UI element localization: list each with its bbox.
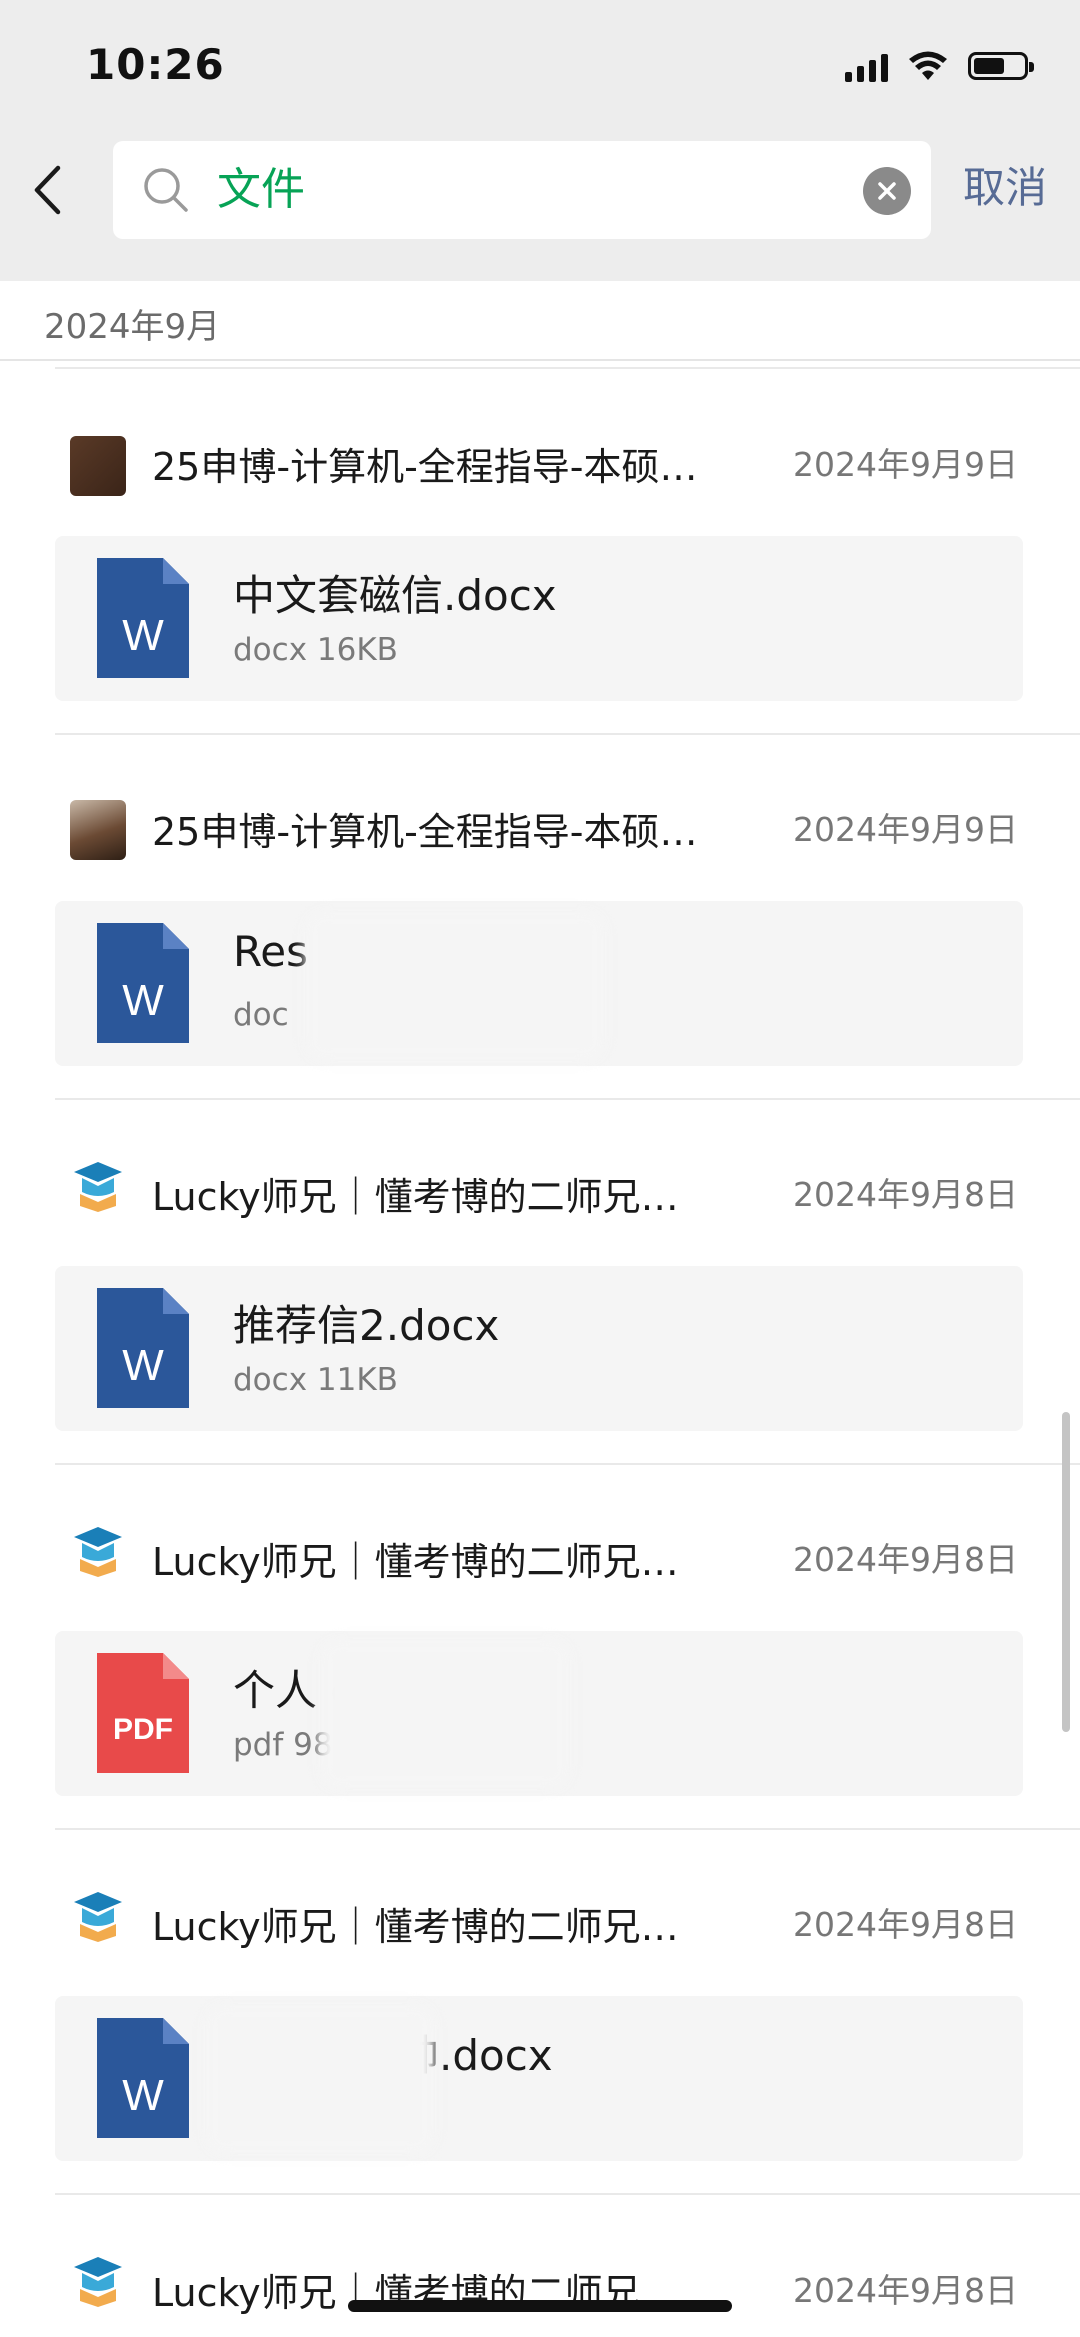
divider bbox=[55, 2193, 1080, 2195]
month-section-header: 2024年9月 bbox=[0, 281, 1080, 361]
back-button[interactable] bbox=[22, 160, 72, 220]
search-query: 文件 bbox=[217, 164, 305, 215]
message-date: 2024年9月9日 bbox=[793, 810, 1018, 849]
avatar bbox=[70, 436, 126, 496]
avatar bbox=[70, 1158, 126, 1218]
file-name: 中文套磁信.docx bbox=[233, 571, 557, 620]
graduation-cap-logo-icon bbox=[74, 2257, 122, 2307]
divider bbox=[55, 733, 1080, 735]
file-meta: docx 11KB bbox=[233, 1362, 398, 1398]
month-label: 2024年9月 bbox=[44, 307, 221, 347]
word-document-icon: W bbox=[97, 558, 189, 678]
sender-name: Lucky师兄｜懂考博的二师兄… bbox=[152, 1175, 679, 1219]
graduation-cap-logo-icon bbox=[74, 1162, 122, 1212]
file-card[interactable]: W 张帅.docx bbox=[55, 1996, 1023, 2161]
sender-name: 25申博-计算机-全程指导-本硕… bbox=[152, 810, 698, 854]
home-indicator[interactable] bbox=[348, 2300, 732, 2312]
redaction-blur bbox=[320, 1639, 570, 1789]
cancel-button[interactable]: 取消 bbox=[963, 158, 1047, 218]
divider bbox=[55, 1828, 1080, 1830]
divider bbox=[55, 1463, 1080, 1465]
message-date: 2024年9月9日 bbox=[793, 445, 1018, 484]
file-card[interactable]: W Res docx doc bbox=[55, 901, 1023, 1066]
file-meta: docx 16KB bbox=[233, 632, 398, 668]
clear-search-button[interactable] bbox=[863, 167, 911, 215]
file-type-label: W bbox=[122, 976, 164, 1025]
word-document-icon: W bbox=[97, 1288, 189, 1408]
avatar bbox=[70, 800, 126, 860]
status-icons bbox=[845, 46, 1034, 86]
file-type-label: W bbox=[122, 1341, 164, 1390]
scrollbar[interactable] bbox=[1062, 1412, 1070, 1732]
message-date: 2024年9月8日 bbox=[793, 1905, 1018, 1944]
avatar bbox=[70, 1888, 126, 1948]
divider bbox=[55, 367, 1080, 369]
file-type-label: W bbox=[122, 611, 164, 660]
chevron-left-icon bbox=[34, 165, 61, 215]
wifi-icon bbox=[909, 51, 947, 80]
divider bbox=[55, 1098, 1080, 1100]
sender-name: 25申博-计算机-全程指导-本硕… bbox=[152, 445, 698, 489]
sender-name: Lucky师兄｜懂考博的二师兄… bbox=[152, 1905, 679, 1949]
file-card[interactable]: W 推荐信2.docx docx 11KB bbox=[55, 1266, 1023, 1431]
top-bar: 10:26 文件 取消 bbox=[0, 0, 1080, 281]
battery-icon bbox=[968, 52, 1034, 80]
search-input[interactable]: 文件 bbox=[113, 141, 931, 239]
file-meta: doc bbox=[233, 997, 289, 1033]
word-document-icon: W bbox=[97, 2018, 189, 2138]
message-date: 2024年9月8日 bbox=[793, 1175, 1018, 1214]
search-icon bbox=[144, 168, 188, 212]
redaction-blur bbox=[305, 911, 605, 1061]
status-time: 10:26 bbox=[86, 40, 225, 89]
file-name: 推荐信2.docx bbox=[233, 1301, 500, 1350]
message-date: 2024年9月8日 bbox=[793, 1540, 1018, 1579]
cellular-signal-icon bbox=[845, 50, 888, 82]
sender-name: Lucky师兄｜懂考博的二师兄… bbox=[152, 1540, 679, 1584]
redaction-blur bbox=[205, 2004, 435, 2154]
file-card[interactable]: PDF 个人 df pdf 985KB bbox=[55, 1631, 1023, 1796]
avatar bbox=[70, 1523, 126, 1583]
avatar bbox=[70, 2253, 126, 2313]
graduation-cap-logo-icon bbox=[74, 1527, 122, 1577]
message-date: 2024年9月8日 bbox=[793, 2271, 1018, 2310]
word-document-icon: W bbox=[97, 923, 189, 1043]
file-type-label: PDF bbox=[113, 1713, 173, 1746]
pdf-document-icon: PDF bbox=[97, 1653, 189, 1773]
file-card[interactable]: W 中文套磁信.docx docx 16KB bbox=[55, 536, 1023, 701]
close-icon bbox=[878, 182, 896, 200]
graduation-cap-logo-icon bbox=[74, 1892, 122, 1942]
file-type-label: W bbox=[122, 2071, 164, 2120]
